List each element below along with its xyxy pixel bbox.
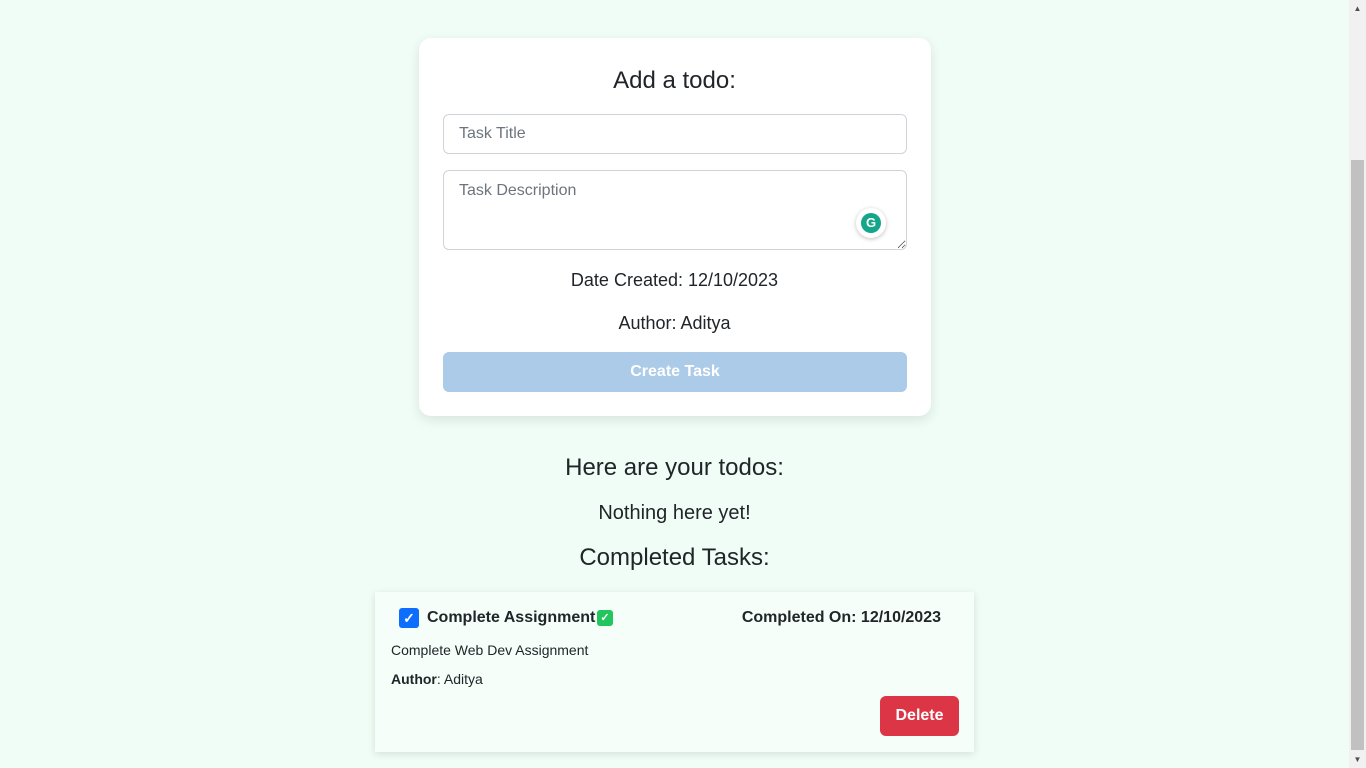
task-author-value: : Aditya	[436, 671, 483, 687]
scroll-up-arrow-icon[interactable]: ▲	[1349, 0, 1366, 17]
completed-on-label: Completed On: 12/10/2023	[741, 609, 941, 626]
task-author-label: Author	[391, 671, 437, 687]
delete-button[interactable]: Delete	[880, 696, 959, 736]
vertical-scrollbar[interactable]: ▲ ▼	[1349, 0, 1366, 768]
grammarly-icon: G	[861, 213, 881, 233]
add-todo-heading: Add a todo:	[613, 67, 736, 94]
task-description-input[interactable]	[443, 170, 907, 250]
scrollbar-thumb[interactable]	[1351, 160, 1364, 750]
scroll-down-arrow-icon[interactable]: ▼	[1349, 751, 1366, 768]
task-description: Complete Web Dev Assignment	[391, 642, 589, 658]
create-task-button[interactable]: Create Task	[443, 352, 907, 392]
completed-tasks-heading: Completed Tasks:	[579, 544, 770, 571]
task-checkbox[interactable]: ✓	[399, 608, 419, 628]
todos-heading: Here are your todos:	[565, 454, 784, 481]
date-created-label: Date Created: 12/10/2023	[570, 270, 779, 290]
empty-todos-message: Nothing here yet!	[598, 502, 751, 524]
task-author: Author: Aditya	[391, 670, 483, 688]
grammarly-button[interactable]: G	[856, 208, 886, 238]
completed-check-icon: ✓	[597, 610, 613, 626]
author-label: Author: Aditya	[618, 313, 731, 333]
page: Add a todo: G Date Created: 12/10/2023 A…	[0, 0, 1349, 768]
task-title-input[interactable]	[443, 114, 907, 154]
task-title: Complete Assignment	[427, 609, 596, 626]
